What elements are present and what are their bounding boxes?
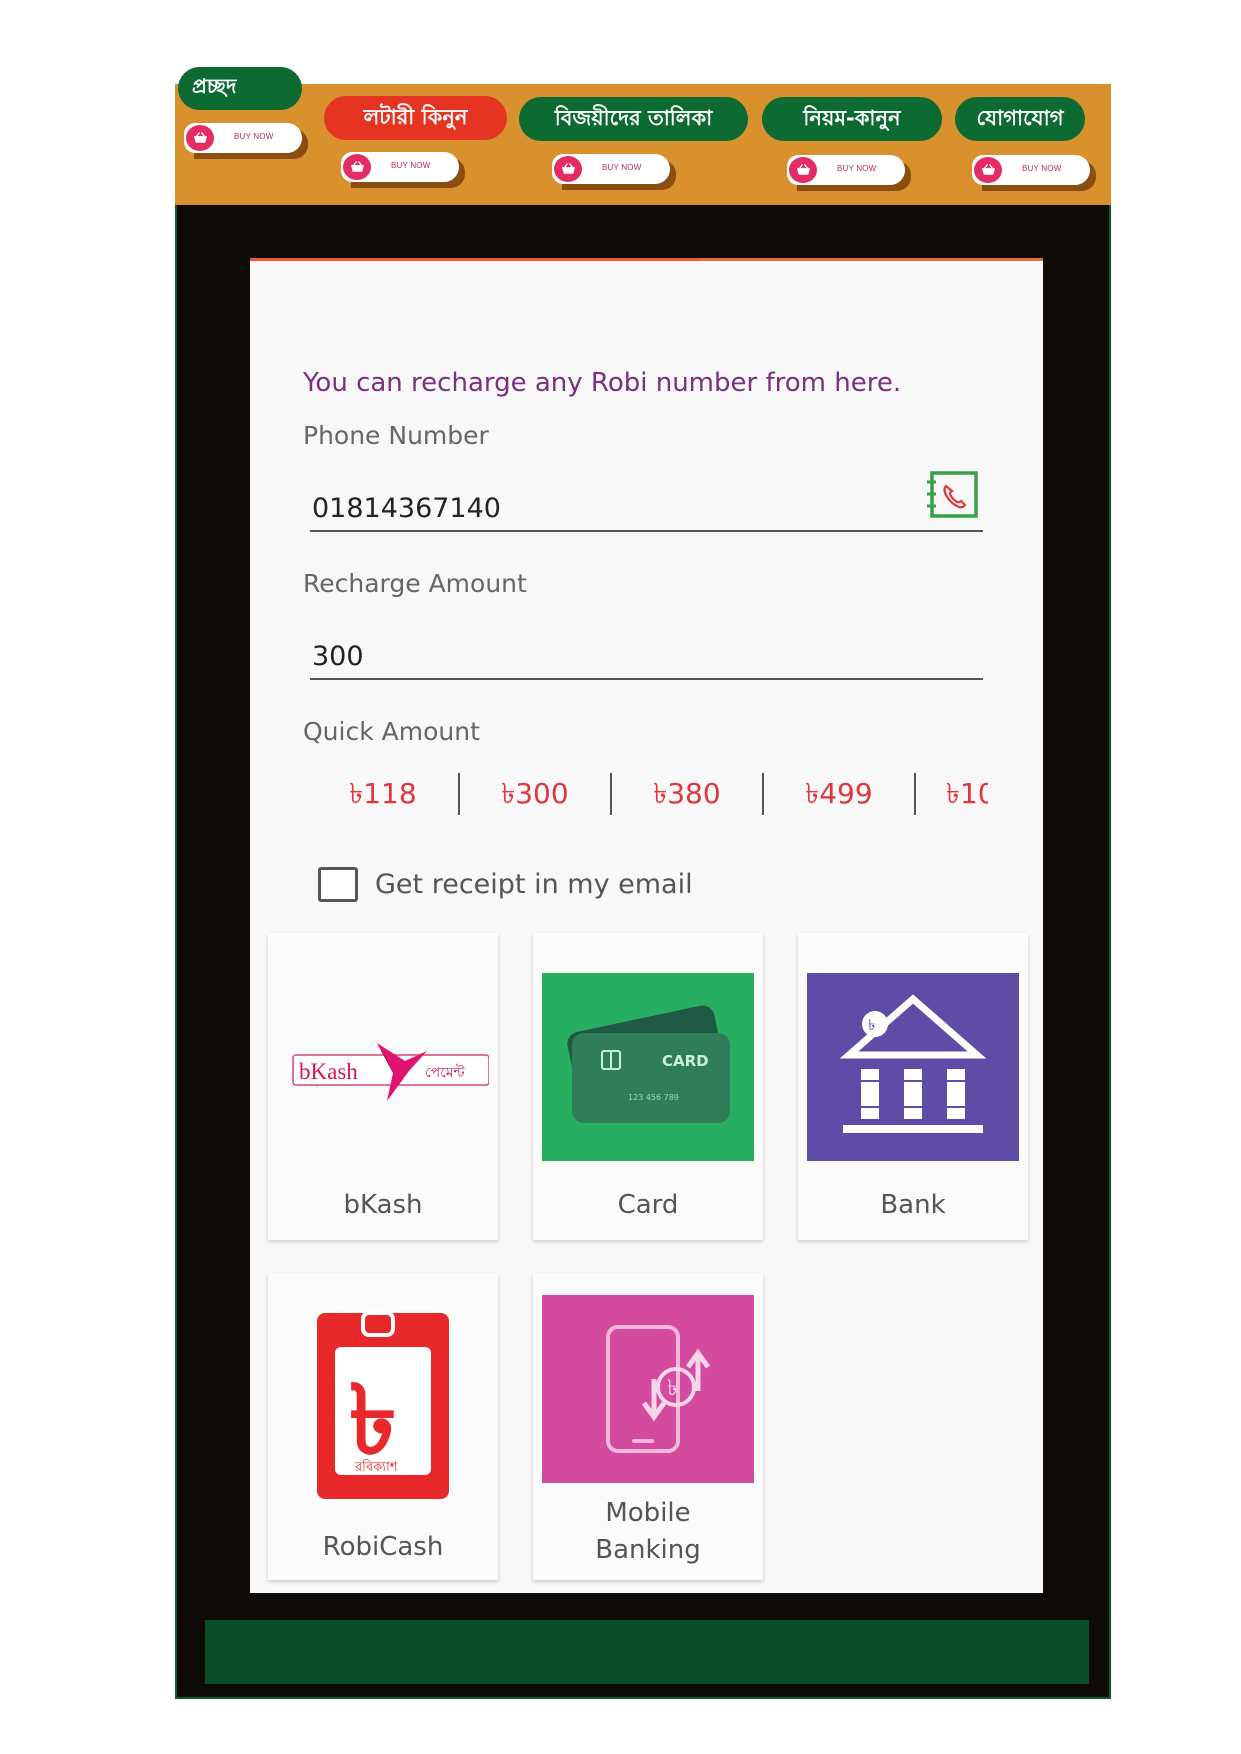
svg-text:123 456 789: 123 456 789 [628, 1093, 679, 1102]
quick-amount-option[interactable]: ৳10 [916, 773, 988, 815]
payment-mobile-banking-label-line1: Mobile [605, 1498, 691, 1528]
payment-robicash-tile[interactable]: ৳ রবিক্যাশ RobiCash [268, 1273, 498, 1580]
intro-text: You can recharge any Robi number from he… [303, 368, 902, 398]
nav-home[interactable]: প্রচ্ছদ [178, 67, 302, 110]
credit-card-icon: CARD 123 456 789 [542, 973, 754, 1161]
email-receipt-checkbox[interactable]: Get receipt in my email [318, 867, 693, 902]
robicash-logo: ৳ রবিক্যাশ [317, 1311, 449, 1499]
payment-bank-tile[interactable]: ৳ Bank [798, 933, 1028, 1240]
mobile-banking-icon: ৳ [542, 1295, 754, 1483]
basket-icon [343, 154, 371, 180]
svg-text:CARD: CARD [662, 1052, 709, 1070]
buy-now-label: BUY NOW [391, 161, 431, 170]
recharge-amount-input[interactable] [310, 634, 983, 680]
phone-number-input[interactable] [310, 486, 983, 532]
nav-rules[interactable]: নিয়ম-কানুন [762, 97, 942, 141]
payment-mobile-banking-label-line2: Banking [595, 1535, 701, 1565]
payment-bkash-tile[interactable]: bKash পেমেন্ট bKash [268, 933, 498, 1240]
quick-amount-label: Quick Amount [303, 717, 480, 746]
buy-now-label: BUY NOW [602, 163, 642, 172]
basket-icon [186, 125, 214, 151]
checkbox[interactable] [318, 867, 358, 902]
buy-now-button-winners[interactable]: BUY NOW [552, 154, 676, 190]
contact-book-icon[interactable] [926, 470, 979, 520]
quick-amount-option[interactable]: ৳499 [764, 773, 916, 815]
payment-bkash-label: bKash [343, 1190, 423, 1220]
email-receipt-label: Get receipt in my email [375, 869, 693, 900]
svg-text:রবিক্যাশ: রবিক্যাশ [354, 1459, 398, 1475]
bank-building-icon: ৳ [807, 973, 1019, 1161]
nav-buy-lottery-label: লটারী কিনুন [363, 104, 468, 129]
svg-text:৳: ৳ [667, 1376, 678, 1401]
basket-icon [789, 157, 817, 183]
buy-now-label: BUY NOW [234, 132, 274, 141]
buy-now-button-rules[interactable]: BUY NOW [787, 155, 911, 191]
nav-winners-list-label: বিজয়ীদের তালিকা [554, 105, 713, 130]
basket-icon [554, 156, 582, 182]
payment-card-tile[interactable]: CARD 123 456 789 Card [533, 933, 763, 1240]
recharge-card: You can recharge any Robi number from he… [250, 258, 1043, 1593]
quick-amount-option[interactable]: ৳380 [612, 773, 764, 815]
payment-robicash-label: RobiCash [322, 1532, 444, 1562]
buy-now-button-contact[interactable]: BUY NOW [972, 155, 1096, 191]
quick-amount-row: ৳118 ৳300 ৳380 ৳499 ৳10 [308, 771, 988, 817]
nav-buy-lottery[interactable]: লটারী কিনুন [324, 96, 507, 140]
footer-bar [205, 1620, 1089, 1684]
nav-contact-label: যোগাযোগ [976, 105, 1064, 130]
nav-rules-label: নিয়ম-কানুন [803, 105, 901, 130]
payment-mobile-banking-tile[interactable]: ৳ Mobile Banking [533, 1273, 763, 1580]
buy-now-button-lottery[interactable]: BUY NOW [341, 152, 465, 188]
buy-now-label: BUY NOW [837, 164, 877, 173]
buy-now-button-home[interactable]: BUY NOW [184, 123, 308, 159]
nav-home-label: প্রচ্ছদ [192, 74, 237, 98]
recharge-amount-label: Recharge Amount [303, 569, 527, 598]
buy-now-label: BUY NOW [1022, 164, 1062, 173]
nav-contact[interactable]: যোগাযোগ [955, 97, 1085, 141]
payment-bank-label: Bank [880, 1190, 946, 1220]
quick-amount-option[interactable]: ৳118 [308, 773, 460, 815]
quick-amount-option[interactable]: ৳300 [460, 773, 612, 815]
svg-text:পেমেন্ট: পেমেন্ট [425, 1064, 466, 1081]
nav-winners-list[interactable]: বিজয়ীদের তালিকা [519, 97, 748, 141]
svg-text:৳: ৳ [868, 1016, 875, 1034]
payment-card-label: Card [617, 1190, 679, 1220]
svg-text:bKash: bKash [299, 1059, 358, 1084]
phone-number-label: Phone Number [303, 421, 489, 450]
basket-icon [974, 157, 1002, 183]
bkash-logo: bKash পেমেন্ট [292, 1043, 489, 1101]
